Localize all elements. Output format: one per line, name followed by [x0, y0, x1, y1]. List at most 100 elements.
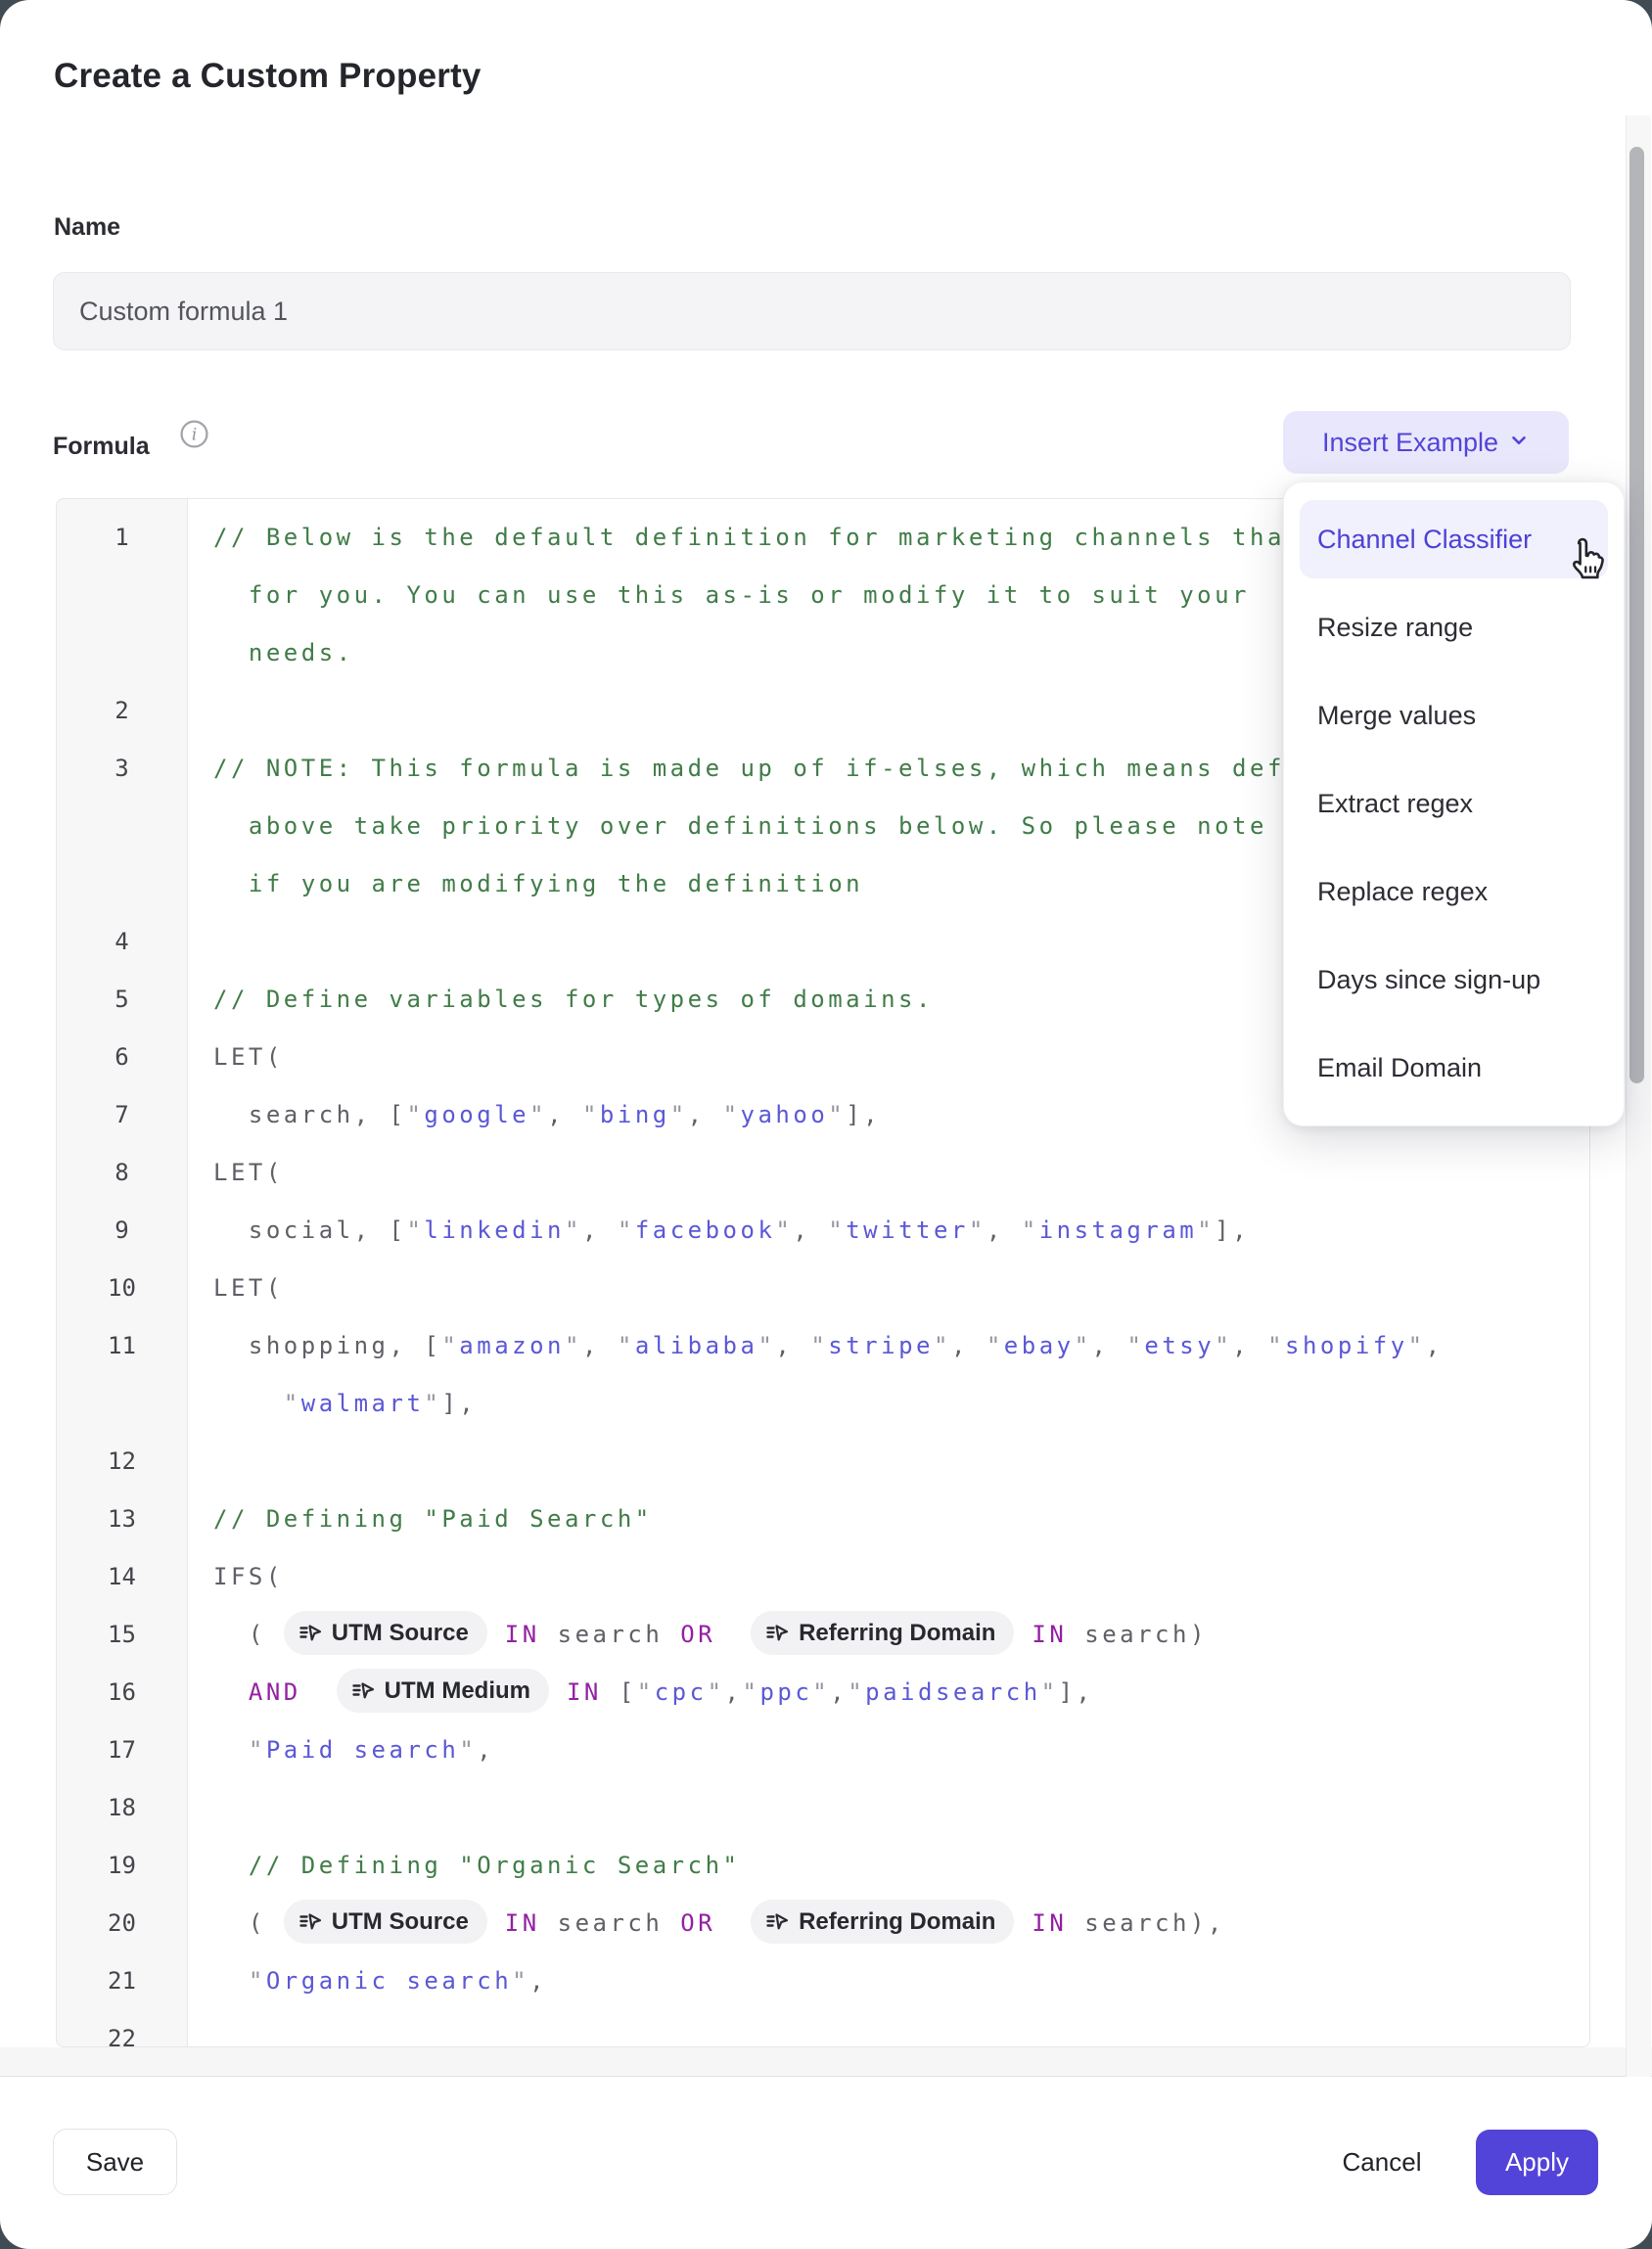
code-text — [213, 1390, 284, 1417]
insert-example-label: Insert Example — [1322, 428, 1498, 458]
code-quote: " — [708, 1678, 725, 1706]
code-string: Paid search — [266, 1736, 459, 1764]
code-line: 16 AND UTM Medium IN ["cpc","ppc","paids… — [57, 1664, 1589, 1721]
code-line: 22 — [57, 2010, 1589, 2047]
modal-scrollbar-track[interactable] — [1626, 115, 1651, 2077]
property-pill-label: UTM Medium — [385, 1669, 530, 1713]
code-keyword: IN — [1032, 1909, 1067, 1937]
code-keyword: IN — [567, 1678, 602, 1706]
code-quote: " — [424, 1390, 441, 1417]
code-text: search), — [1067, 1909, 1225, 1937]
code-string: amazon — [459, 1332, 565, 1359]
code-string: cpc — [655, 1678, 708, 1706]
code-line: 12 — [57, 1433, 1589, 1491]
menu-item-resize-range[interactable]: Resize range — [1300, 588, 1608, 666]
code-quote: " — [969, 1216, 987, 1244]
apply-button[interactable]: Apply — [1476, 2130, 1598, 2195]
code-text: , — [688, 1101, 723, 1128]
menu-item-email-domain[interactable]: Email Domain — [1300, 1029, 1608, 1107]
property-pill[interactable]: UTM Source — [284, 1900, 487, 1944]
code-line: "walmart"], — [57, 1375, 1589, 1433]
insert-example-menu: Channel Classifier Resize range Merge valu… — [1283, 482, 1625, 1126]
code-comment: needs. — [213, 639, 354, 666]
code-text: search — [540, 1909, 681, 1937]
svg-text:i: i — [192, 426, 197, 444]
code-keyword: OR — [680, 1621, 715, 1648]
line-number: 3 — [57, 740, 187, 798]
line-number: 1 — [57, 509, 187, 567]
property-cursor-icon — [298, 1908, 323, 1934]
code-quote: " — [1075, 1332, 1092, 1359]
code-quote: " — [828, 1101, 846, 1128]
property-pill[interactable]: UTM Medium — [337, 1669, 549, 1713]
code-text: , — [987, 1216, 1022, 1244]
line-number: 13 — [57, 1491, 187, 1548]
line-number: 11 — [57, 1317, 187, 1375]
code-line: 9 social, ["linkedin", "facebook", "twit… — [57, 1202, 1589, 1260]
code-quote: " — [828, 1216, 846, 1244]
code-text — [715, 1621, 751, 1648]
code-text: LET( — [213, 1159, 284, 1186]
code-quote: " — [1267, 1332, 1285, 1359]
code-text: ( — [213, 1909, 284, 1937]
line-number: 22 — [57, 2010, 187, 2047]
property-pill[interactable]: Referring Domain — [751, 1900, 1014, 1944]
code-keyword: OR — [680, 1909, 715, 1937]
code-quote: " — [1215, 1332, 1232, 1359]
line-number: 16 — [57, 1664, 187, 1721]
editor-bottom-divider — [0, 2047, 1652, 2077]
name-input[interactable] — [53, 272, 1571, 350]
code-text: , — [529, 1967, 547, 1995]
code-text: shopping, [ — [213, 1332, 441, 1359]
modal-scrollbar-thumb[interactable] — [1629, 147, 1644, 1083]
code-line: 13// Defining "Paid Search" — [57, 1491, 1589, 1548]
code-string: paidsearch — [865, 1678, 1041, 1706]
line-number: 19 — [57, 1837, 187, 1895]
code-text: ], — [846, 1101, 881, 1128]
code-text: IFS( — [213, 1563, 284, 1590]
code-comment: // NOTE: This formula is made up of if-e… — [213, 755, 1426, 782]
code-keyword: IN — [1032, 1621, 1067, 1648]
code-text: , — [951, 1332, 987, 1359]
code-text: , — [547, 1101, 582, 1128]
code-text: ], — [441, 1390, 477, 1417]
code-quote: " — [848, 1678, 865, 1706]
code-text: , — [830, 1678, 848, 1706]
save-button[interactable]: Save — [53, 2129, 177, 2195]
info-circle-icon[interactable]: i — [179, 419, 209, 454]
code-text — [213, 1967, 249, 1995]
code-text — [213, 1736, 249, 1764]
code-text: search, [ — [213, 1101, 406, 1128]
code-string: yahoo — [741, 1101, 829, 1128]
menu-item-channel-classifier[interactable]: Channel Classifier — [1300, 500, 1608, 578]
code-string: google — [424, 1101, 529, 1128]
code-text: search) — [1067, 1621, 1208, 1648]
line-number: 9 — [57, 1202, 187, 1260]
property-cursor-icon — [764, 1908, 790, 1934]
property-cursor-icon — [298, 1620, 323, 1645]
code-quote: " — [1197, 1216, 1215, 1244]
menu-item-extract-regex[interactable]: Extract regex — [1300, 764, 1608, 843]
property-cursor-icon — [764, 1620, 790, 1645]
property-pill-label: UTM Source — [332, 1900, 469, 1944]
code-quote: " — [406, 1101, 424, 1128]
code-string: facebook — [635, 1216, 776, 1244]
code-keyword: IN — [505, 1909, 540, 1937]
line-number: 14 — [57, 1548, 187, 1606]
cancel-button[interactable]: Cancel — [1325, 2130, 1439, 2194]
property-pill[interactable]: UTM Source — [284, 1611, 487, 1655]
code-quote: " — [406, 1216, 424, 1244]
insert-example-button[interactable]: Insert Example — [1283, 411, 1569, 474]
line-number: 6 — [57, 1029, 187, 1086]
menu-item-replace-regex[interactable]: Replace regex — [1300, 852, 1608, 931]
property-pill[interactable]: Referring Domain — [751, 1611, 1014, 1655]
menu-item-days-since-sign-up[interactable]: Days since sign-up — [1300, 941, 1608, 1019]
line-number: 10 — [57, 1260, 187, 1317]
code-text: , — [1232, 1332, 1267, 1359]
code-quote: " — [618, 1332, 635, 1359]
code-quote: " — [934, 1332, 951, 1359]
code-string: walmart — [301, 1390, 425, 1417]
menu-item-merge-values[interactable]: Merge values — [1300, 676, 1608, 755]
code-text: search — [540, 1621, 681, 1648]
code-quote: " — [810, 1332, 828, 1359]
